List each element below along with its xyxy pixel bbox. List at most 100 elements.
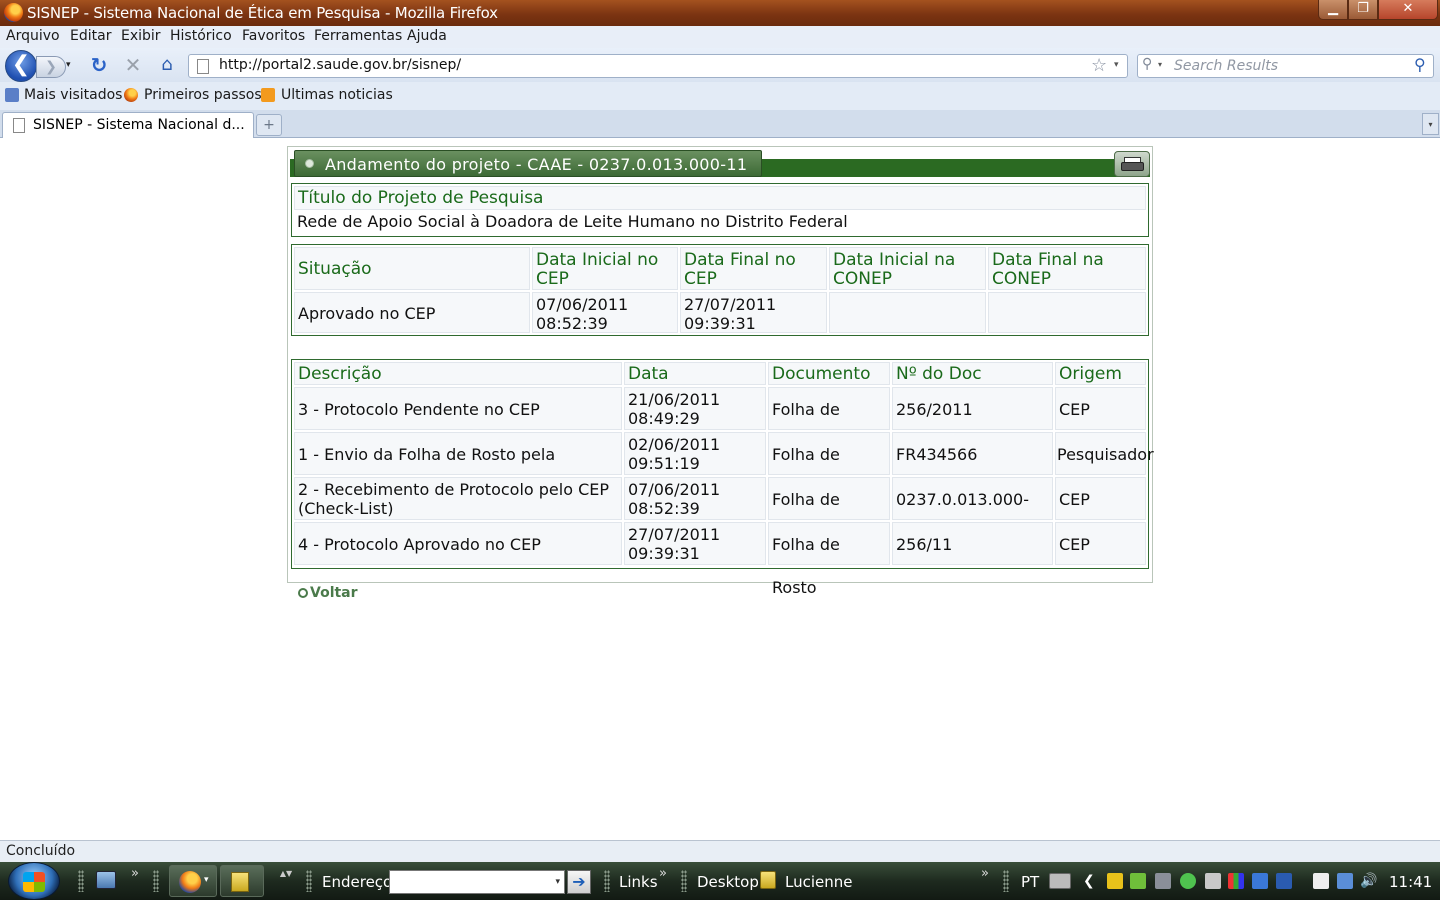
- menu-favoritos[interactable]: Favoritos: [242, 28, 305, 44]
- history-row-0-origem: CEP: [1055, 387, 1146, 430]
- close-button[interactable]: ✕: [1378, 0, 1438, 20]
- toolbar-grip[interactable]: [306, 870, 312, 892]
- address-dropdown-icon[interactable]: ▾: [555, 877, 560, 887]
- tray-icon-green[interactable]: [1130, 873, 1146, 889]
- tray-icon-chat[interactable]: [1180, 873, 1196, 889]
- history-row-0-n-doc: 256/2011: [892, 387, 1053, 430]
- print-icon[interactable]: [1114, 151, 1150, 177]
- minimize-button[interactable]: ▁: [1318, 0, 1348, 20]
- history-row-3-documento: Folha de Rosto: [768, 522, 890, 597]
- toolbar-grip[interactable]: [1003, 870, 1009, 892]
- tray-icon-color[interactable]: [1228, 873, 1244, 889]
- toolbar-grip[interactable]: [604, 870, 610, 892]
- search-go-icon[interactable]: ⚲: [1414, 55, 1426, 74]
- toolbar-grip[interactable]: [153, 870, 159, 892]
- toolbar-grip[interactable]: [681, 870, 687, 892]
- menu-ajuda[interactable]: Ajuda: [407, 28, 447, 44]
- stop-button[interactable]: ✕: [122, 54, 144, 76]
- start-button[interactable]: [8, 862, 60, 900]
- windows-logo-icon: [23, 872, 45, 892]
- taskbar-firefox[interactable]: ▾: [169, 865, 217, 897]
- bookmark-ultimas-noticias[interactable]: Ultimas noticias: [281, 87, 393, 103]
- tab-label: SISNEP - Sistema Nacional d...: [33, 117, 245, 133]
- bookmark-star-icon[interactable]: ☆: [1091, 55, 1107, 76]
- bullet-icon: [305, 159, 314, 168]
- history-row-1-data: 02/06/2011 09:51:19: [624, 432, 766, 475]
- status-bar: Concluído: [0, 840, 1440, 862]
- desktop-label[interactable]: Desktop: [697, 873, 759, 891]
- page-title: Andamento do projeto - CAAE - 0237.0.013…: [325, 155, 748, 174]
- menu-exibir[interactable]: Exibir: [121, 28, 161, 44]
- links-chevron[interactable]: »: [659, 866, 667, 881]
- menu-editar[interactable]: Editar: [70, 28, 111, 44]
- status-header-data-final-cep: Data Final no CEP: [680, 247, 827, 290]
- reload-button[interactable]: ↻: [88, 54, 110, 76]
- search-bar[interactable]: ⚲ ▾ Search Results ⚲: [1137, 54, 1434, 78]
- print-body: [1121, 162, 1144, 171]
- header-title-tab: Andamento do projeto - CAAE - 0237.0.013…: [294, 150, 762, 177]
- new-tab-button[interactable]: +: [256, 114, 282, 136]
- status-header-data-inicial-cep: Data Inicial no CEP: [532, 247, 678, 290]
- quicklaunch-chevron[interactable]: »: [131, 866, 139, 881]
- tray-icon-device[interactable]: [1313, 873, 1329, 889]
- url-text[interactable]: http://portal2.saude.gov.br/sisnep/: [219, 57, 461, 73]
- toolbar-grip[interactable]: [78, 870, 84, 892]
- history-header-data: Data: [624, 362, 766, 385]
- volume-icon[interactable]: 🔊: [1360, 873, 1377, 889]
- language-indicator[interactable]: PT: [1021, 873, 1039, 891]
- address-go-button[interactable]: ➔: [567, 870, 591, 894]
- history-row-3-descricao: 4 - Protocolo Aprovado no CEP: [294, 522, 622, 565]
- menu-historico[interactable]: Histórico: [170, 28, 232, 44]
- project-panel: Andamento do projeto - CAAE - 0237.0.013…: [287, 146, 1154, 597]
- history-row-3-n-doc: 256/11: [892, 522, 1053, 565]
- history-row-2-descricao: 2 - Recebimento de Protocolo pelo CEP (C…: [294, 477, 622, 520]
- user-folder-label[interactable]: Lucienne: [785, 873, 853, 891]
- history-header-documento: Documento: [768, 362, 890, 385]
- bookmark-primeiros-passos[interactable]: Primeiros passos: [144, 87, 262, 103]
- warning-tray-icon[interactable]: [1107, 873, 1123, 889]
- home-button[interactable]: ⌂: [156, 54, 178, 76]
- tray-icon-network2[interactable]: [1337, 873, 1353, 889]
- status-header-situacao: Situação: [294, 247, 530, 290]
- history-dropdown-icon[interactable]: ▾: [66, 60, 76, 70]
- history-header-n-doc: Nº do Doc: [892, 362, 1053, 385]
- restore-button[interactable]: ❐: [1348, 0, 1378, 20]
- history-row-2-origem: CEP: [1055, 477, 1146, 520]
- network-tray-icon[interactable]: [1155, 873, 1171, 889]
- menu-arquivo[interactable]: Arquivo: [6, 28, 60, 44]
- back-button[interactable]: ❮: [5, 50, 37, 82]
- taskbar-folder[interactable]: [220, 865, 264, 897]
- firefox-icon: [179, 871, 201, 893]
- desktop-chevron[interactable]: »: [981, 866, 989, 881]
- tray-icon-monitor[interactable]: [1252, 873, 1268, 889]
- search-engine-dropdown-icon[interactable]: ▾: [1158, 60, 1162, 69]
- search-input[interactable]: Search Results: [1174, 58, 1278, 74]
- tray-icon-wireless[interactable]: [1205, 873, 1221, 889]
- url-dropdown-icon[interactable]: ▾: [1114, 60, 1119, 70]
- menu-ferramentas[interactable]: Ferramentas: [314, 28, 402, 44]
- status-text: Concluído: [6, 843, 76, 859]
- all-tabs-button[interactable]: ▾: [1422, 113, 1439, 135]
- links-label[interactable]: Links: [619, 873, 658, 891]
- history-header-descricao: Descrição: [294, 362, 622, 385]
- bookmark-mais-visitados[interactable]: Mais visitados: [24, 87, 122, 103]
- search-engine-icon[interactable]: ⚲: [1142, 56, 1152, 72]
- show-desktop-icon[interactable]: [96, 871, 116, 889]
- status-data-inicial-cep: 07/06/2011 08:52:39: [532, 292, 678, 333]
- voltar-link[interactable]: Voltar: [298, 585, 358, 601]
- tray-icon-bluetooth[interactable]: [1276, 873, 1292, 889]
- forward-button[interactable]: ❯: [36, 56, 66, 78]
- most-visited-icon: [5, 88, 19, 102]
- taskbar-scroll-arrows[interactable]: ▲▼: [278, 866, 294, 896]
- clock[interactable]: 11:41: [1389, 873, 1432, 891]
- history-row-0-data: 21/06/2011 08:49:29: [624, 387, 766, 430]
- url-bar[interactable]: http://portal2.saude.gov.br/sisnep/ ☆ ▾: [188, 54, 1128, 78]
- history-row-3-origem: CEP: [1055, 522, 1146, 565]
- voltar-label[interactable]: Voltar: [310, 585, 358, 601]
- show-hidden-icons-arrow[interactable]: ❮: [1083, 873, 1095, 889]
- tab-sisnep[interactable]: SISNEP - Sistema Nacional d...: [2, 112, 254, 138]
- project-title-heading: Título do Projeto de Pesquisa: [294, 186, 1146, 210]
- keyboard-icon[interactable]: [1049, 873, 1071, 889]
- taskbar: » ▾ ▲▼ Endereço ▾ ➔ Links » Desktop Luci…: [0, 862, 1440, 900]
- address-input[interactable]: ▾: [389, 870, 565, 894]
